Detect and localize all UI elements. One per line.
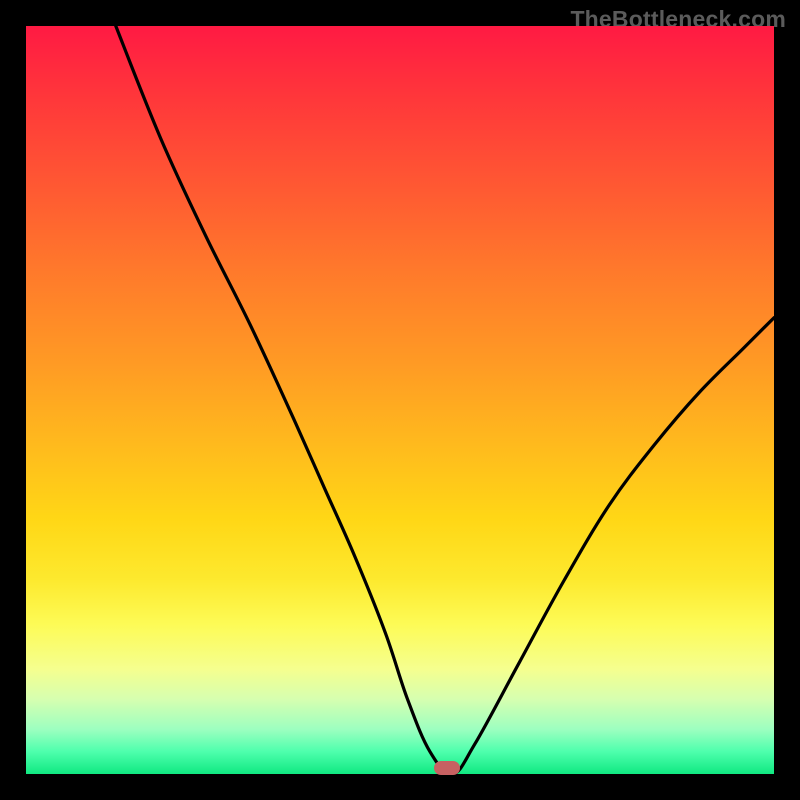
chart-frame: TheBottleneck.com: [0, 0, 800, 800]
plot-area: [26, 26, 774, 774]
bottleneck-curve: [26, 26, 774, 774]
optimum-marker: [434, 761, 460, 775]
